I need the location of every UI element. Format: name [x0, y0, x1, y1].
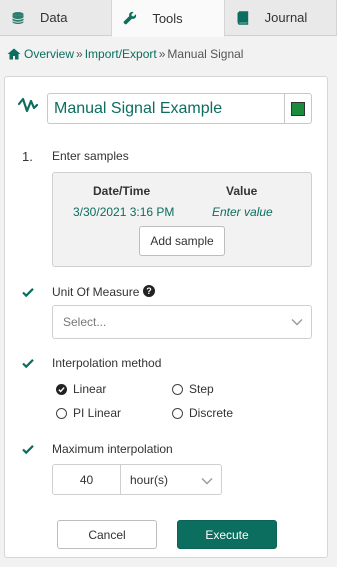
- radio-linear[interactable]: Linear: [56, 382, 106, 396]
- tab-bar: Data Tools Journal: [0, 0, 337, 37]
- signal-wave-icon: [18, 97, 39, 113]
- book-icon: [235, 10, 251, 26]
- value-header: Value: [226, 184, 258, 198]
- signal-name-input[interactable]: [47, 93, 284, 124]
- datetime-header: Date/Time: [93, 184, 151, 198]
- max-interpolation-unit-select[interactable]: hour(s): [121, 464, 222, 495]
- breadcrumb-import-export[interactable]: Import/Export: [85, 47, 157, 61]
- tab-tools[interactable]: Tools: [112, 0, 225, 37]
- breadcrumb-separator: »: [158, 47, 166, 61]
- tab-label: Journal: [264, 10, 308, 25]
- radio-selected-icon: [56, 383, 67, 395]
- chevron-down-icon: [201, 478, 213, 485]
- color-swatch: [291, 101, 305, 116]
- tab-journal[interactable]: Journal: [225, 0, 337, 35]
- radio-step[interactable]: Step: [172, 382, 214, 396]
- home-icon[interactable]: [7, 48, 21, 60]
- sample-datetime[interactable]: 3/30/2021 3:16 PM: [73, 205, 174, 219]
- help-icon[interactable]: ?: [143, 285, 155, 297]
- radio-icon: [172, 383, 183, 395]
- tab-label: Data: [40, 10, 68, 25]
- breadcrumb: Overview » Import/Export » Manual Signal: [7, 47, 243, 61]
- wrench-icon: [122, 10, 138, 26]
- sample-value-input[interactable]: Enter value: [212, 205, 273, 219]
- maximum-interpolation-label: Maximum interpolation: [52, 442, 173, 456]
- unit-select-value: Select...: [63, 315, 107, 329]
- radio-discrete[interactable]: Discrete: [172, 406, 233, 420]
- max-interpolation-input[interactable]: [52, 464, 121, 495]
- breadcrumb-current: Manual Signal: [167, 47, 244, 61]
- unit-select[interactable]: Select...: [52, 305, 312, 339]
- radio-label: Step: [189, 382, 214, 396]
- enter-samples-label: Enter samples: [52, 149, 129, 163]
- interpolation-method-label: Interpolation method: [52, 356, 162, 370]
- breadcrumb-separator: »: [76, 47, 83, 61]
- breadcrumb-overview[interactable]: Overview: [24, 47, 74, 61]
- radio-label: PI Linear: [73, 406, 122, 420]
- execute-button[interactable]: Execute: [177, 520, 277, 549]
- cancel-button[interactable]: Cancel: [57, 520, 157, 549]
- check-icon: [22, 359, 34, 369]
- radio-icon: [56, 407, 67, 419]
- tab-data[interactable]: Data: [0, 0, 113, 35]
- check-icon: [22, 288, 34, 298]
- add-sample-button[interactable]: Add sample: [139, 226, 225, 256]
- chevron-down-icon: [291, 319, 303, 326]
- radio-icon: [172, 407, 183, 419]
- radio-pi-linear[interactable]: PI Linear: [56, 406, 121, 420]
- unit-select-value: hour(s): [130, 472, 169, 487]
- check-icon: [22, 445, 34, 455]
- radio-label: Discrete: [189, 406, 234, 420]
- tab-label: Tools: [152, 10, 183, 26]
- database-icon: [10, 10, 26, 26]
- step-number: 1.: [22, 149, 33, 164]
- color-picker-button[interactable]: [284, 93, 312, 124]
- radio-label: Linear: [73, 382, 107, 396]
- unit-of-measure-label: Unit Of Measure: [52, 285, 140, 299]
